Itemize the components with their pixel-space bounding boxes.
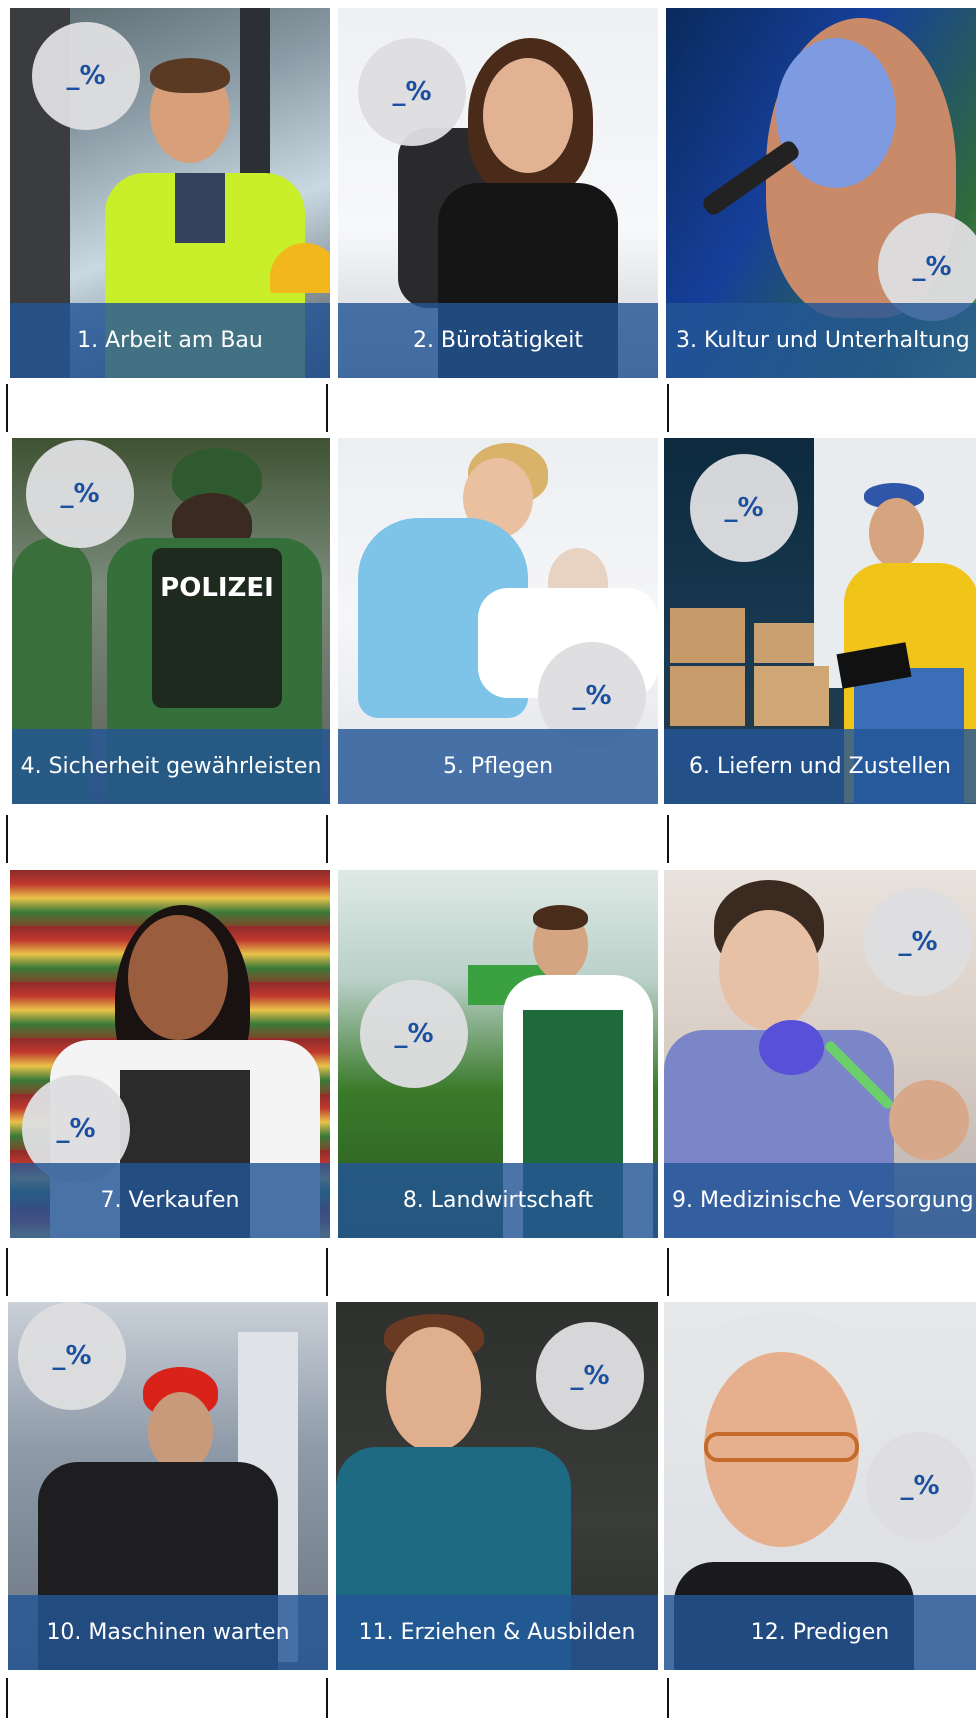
divider: [667, 1678, 669, 1718]
tile-caption: 2. Bürotätigkeit: [338, 303, 658, 378]
tile-caption: 10. Maschinen warten: [8, 1595, 328, 1670]
divider: [326, 384, 328, 432]
percent-value: _%: [570, 1361, 610, 1391]
percent-circle: _%: [18, 1302, 126, 1410]
divider: [326, 815, 328, 863]
tile-maschinen-warten[interactable]: _% 10. Maschinen warten: [8, 1302, 328, 1670]
tile-caption: 5. Pflegen: [338, 729, 658, 804]
percent-value: _%: [56, 1114, 96, 1144]
tile-caption: 4. Sicherheit gewährleisten: [12, 729, 330, 804]
percent-value: _%: [900, 1471, 940, 1501]
percent-value: _%: [392, 77, 432, 107]
tile-caption: 8. Landwirtschaft: [338, 1163, 658, 1238]
tile-caption: 3. Kultur und Unterhaltung: [666, 303, 976, 378]
divider: [6, 815, 8, 863]
tile-kultur-und-unterhaltung[interactable]: _% 3. Kultur und Unterhaltung: [666, 8, 976, 378]
divider: [6, 1248, 8, 1296]
percent-circle: _%: [360, 980, 468, 1088]
tile-caption: 9. Medizinische Versorgung: [664, 1163, 976, 1238]
divider: [6, 1678, 8, 1718]
percent-circle: _%: [864, 888, 972, 996]
percent-circle: _%: [32, 22, 140, 130]
tile-predigen[interactable]: _% 12. Predigen: [664, 1302, 976, 1670]
divider: [667, 815, 669, 863]
percent-value: _%: [394, 1019, 434, 1049]
divider: [6, 384, 8, 432]
percent-value: _%: [572, 681, 612, 711]
tile-caption: 7. Verkaufen: [10, 1163, 330, 1238]
tile-caption: 11. Erziehen & Ausbilden: [336, 1595, 658, 1670]
tile-caption: 6. Liefern und Zustellen: [664, 729, 976, 804]
tile-erziehen-und-ausbilden[interactable]: _% 11. Erziehen & Ausbilden: [336, 1302, 658, 1670]
divider: [326, 1678, 328, 1718]
tile-pflegen[interactable]: _% 5. Pflegen: [338, 438, 658, 804]
divider: [667, 1248, 669, 1296]
tile-liefern-und-zustellen[interactable]: _% 6. Liefern und Zustellen: [664, 438, 976, 804]
tile-caption: 1. Arbeit am Bau: [10, 303, 330, 378]
percent-value: _%: [724, 493, 764, 523]
tile-sicherheit-gewaehrleisten[interactable]: POLIZEI _% 4. Sicherheit gewährleisten: [12, 438, 330, 804]
percent-circle: _%: [690, 454, 798, 562]
percent-circle: _%: [26, 440, 134, 548]
tile-caption: 12. Predigen: [664, 1595, 976, 1670]
tile-buerotaetigkeit[interactable]: _% 2. Bürotätigkeit: [338, 8, 658, 378]
percent-circle: _%: [536, 1322, 644, 1430]
police-badge: POLIZEI: [160, 573, 274, 603]
tile-medizinische-versorgung[interactable]: _% 9. Medizinische Versorgung: [664, 870, 976, 1238]
percent-circle: _%: [866, 1432, 974, 1540]
divider: [326, 1248, 328, 1296]
percent-value: _%: [60, 479, 100, 509]
tile-arbeit-am-bau[interactable]: _% 1. Arbeit am Bau: [10, 8, 330, 378]
percent-value: _%: [912, 252, 952, 282]
percent-circle: _%: [358, 38, 466, 146]
percent-value: _%: [52, 1341, 92, 1371]
divider: [667, 384, 669, 432]
tile-verkaufen[interactable]: _% 7. Verkaufen: [10, 870, 330, 1238]
percent-value: _%: [66, 61, 106, 91]
percent-value: _%: [898, 927, 938, 957]
tile-landwirtschaft[interactable]: _% 8. Landwirtschaft: [338, 870, 658, 1238]
